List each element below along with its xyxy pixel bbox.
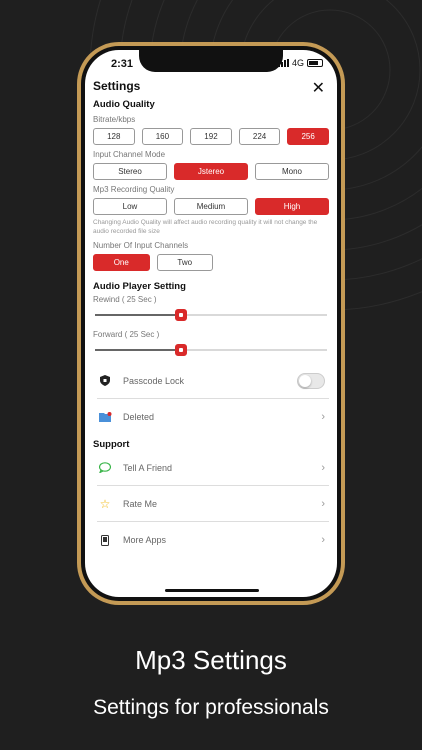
battery-icon — [307, 59, 323, 67]
star-icon: ☆ — [99, 496, 111, 511]
shield-icon — [97, 375, 113, 386]
phone-icon — [97, 534, 113, 546]
chat-bubble-icon — [97, 462, 113, 473]
deleted-row[interactable]: Deleted › — [97, 399, 329, 435]
bitrate-option[interactable]: 256 — [287, 128, 329, 145]
network-label: 4G — [291, 58, 304, 68]
chevron-right-icon: › — [321, 461, 325, 474]
recording-quality-option[interactable]: High — [255, 198, 329, 215]
channel-mode-option[interactable]: Mono — [255, 163, 329, 180]
rewind-slider[interactable] — [95, 308, 327, 322]
rewind-slider-thumb[interactable] — [174, 309, 187, 321]
quality-note: Changing Audio Quality will affect audio… — [93, 219, 318, 235]
chevron-right-icon: › — [321, 411, 325, 423]
forward-slider[interactable] — [95, 343, 327, 357]
input-channels-selector: One Two — [93, 254, 213, 271]
caption-title: Mp3 Settings — [135, 645, 287, 675]
chevron-right-icon: › — [321, 497, 325, 510]
input-channels-label: Number Of Input Channels — [93, 241, 189, 250]
recording-quality-option[interactable]: Medium — [174, 198, 248, 215]
channel-mode-option[interactable]: Stereo — [93, 163, 167, 180]
bitrate-selector: 128 160 192 224 256 — [93, 128, 329, 145]
bitrate-option[interactable]: 160 — [141, 128, 184, 145]
settings-list: Passcode Lock Deleted › — [93, 363, 329, 435]
channel-mode-selector: Stereo Jstereo Mono — [93, 163, 329, 180]
channel-mode-option[interactable]: Jstereo — [174, 163, 248, 180]
more-apps-label: More Apps — [123, 535, 167, 545]
passcode-lock-toggle[interactable] — [297, 372, 325, 389]
tell-a-friend-label: Tell A Friend — [123, 462, 173, 473]
passcode-lock-label: Passcode Lock — [123, 375, 185, 386]
rate-me-row[interactable]: ☆ Rate Me › — [97, 486, 329, 522]
passcode-lock-row[interactable]: Passcode Lock — [97, 363, 329, 399]
bitrate-option[interactable]: 224 — [238, 128, 281, 145]
audio-quality-title: Audio Quality — [93, 99, 155, 110]
close-icon[interactable]: ✕ — [312, 78, 325, 98]
notch — [139, 50, 283, 72]
app-screen: 2:31 4G Settings ✕ Audio Quality Bitrate… — [85, 50, 337, 597]
bitrate-option[interactable]: 128 — [93, 128, 135, 145]
forward-slider-thumb[interactable] — [174, 344, 187, 356]
page-title: Settings — [93, 79, 141, 93]
deleted-label: Deleted — [123, 412, 155, 422]
recording-quality-option[interactable]: Low — [93, 198, 167, 215]
bitrate-option[interactable]: 192 — [190, 128, 232, 145]
support-list: Tell A Friend › ☆ Rate Me › More Apps › — [93, 450, 329, 558]
tell-a-friend-row[interactable]: Tell A Friend › — [97, 450, 329, 486]
recording-quality-label: Mp3 Recording Quality — [93, 185, 175, 194]
channel-mode-label: Input Channel Mode — [93, 150, 166, 159]
forward-label: Forward ( 25 Sec ) — [93, 330, 160, 339]
settings-content: Settings ✕ Audio Quality Bitrate/kbps 12… — [85, 76, 337, 597]
home-indicator — [165, 589, 259, 592]
more-apps-row[interactable]: More Apps › — [97, 522, 329, 558]
status-indicators: 4G — [277, 58, 323, 68]
status-time: 2:31 — [111, 58, 134, 70]
support-title: Support — [93, 439, 130, 450]
rate-me-label: Rate Me — [123, 498, 158, 509]
caption-subtitle: Settings for professionals — [93, 696, 329, 719]
bitrate-label: Bitrate/kbps — [93, 115, 136, 124]
recording-quality-selector: Low Medium High — [93, 198, 329, 215]
input-channels-option[interactable]: One — [93, 254, 150, 271]
player-setting-title: Audio Player Setting — [93, 281, 186, 292]
rewind-label: Rewind ( 25 Sec ) — [93, 295, 157, 304]
phone-frame: 2:31 4G Settings ✕ Audio Quality Bitrate… — [77, 42, 345, 605]
input-channels-option[interactable]: Two — [156, 254, 213, 271]
folder-icon — [97, 412, 113, 422]
chevron-right-icon: › — [321, 534, 325, 546]
